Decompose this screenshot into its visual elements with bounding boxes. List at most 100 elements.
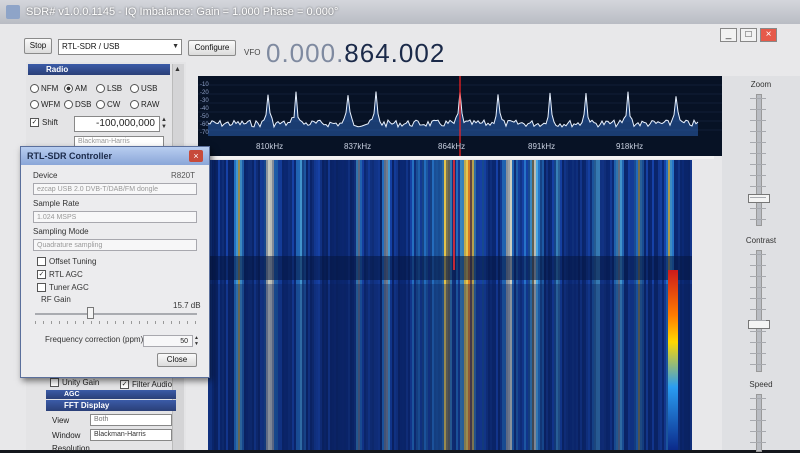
waterfall-color-scale xyxy=(668,270,678,450)
slider-tick xyxy=(750,342,766,343)
db-axis-label: -30 xyxy=(200,98,209,104)
slider-tick xyxy=(750,353,766,354)
dialog-close-icon[interactable]: × xyxy=(189,150,203,162)
shift-input[interactable]: -100,000,000 xyxy=(74,116,160,132)
fft-window-select[interactable]: Blackman-Harris xyxy=(90,429,172,441)
spectrum-waterfall-splitter[interactable] xyxy=(208,156,714,159)
filter-audio-label: Filter Audio xyxy=(132,380,173,389)
offset-tuning-checkbox[interactable]: Offset Tuning xyxy=(37,257,96,267)
checkbox-checked-icon: ✓ xyxy=(37,270,46,280)
db-axis-label: -10 xyxy=(200,82,209,88)
mode-wfm-label: WFM xyxy=(41,100,61,109)
slider-tick xyxy=(750,131,766,132)
spectrum-analyzer[interactable]: -10 -20 -30 -40 -50 -60 -70 810kHz 837kHz 864kHz… xyxy=(198,76,722,156)
rtl-agc-checkbox[interactable]: ✓ RTL AGC xyxy=(37,270,83,280)
app-logo-icon xyxy=(6,5,20,19)
fft-resolution-label: Resolution xyxy=(52,444,90,453)
checkbox-icon xyxy=(37,257,46,267)
mode-usb-radio[interactable]: USB xyxy=(130,84,157,94)
stop-button[interactable]: Stop xyxy=(24,38,52,54)
slider-tick xyxy=(750,398,766,399)
mode-nfm-label: NFM xyxy=(41,84,59,93)
mode-lsb-radio[interactable]: LSB xyxy=(96,84,122,94)
radio-dot-icon xyxy=(96,84,105,94)
mode-raw-radio[interactable]: RAW xyxy=(130,100,160,110)
dialog-close-button[interactable]: Close xyxy=(157,353,197,367)
configure-button[interactable]: Configure xyxy=(188,40,236,56)
mode-cw-radio[interactable]: CW xyxy=(96,100,120,110)
fft-view-select[interactable]: Both xyxy=(90,414,172,426)
slider-tick xyxy=(750,287,766,288)
mode-dsb-label: DSB xyxy=(75,100,92,109)
source-select[interactable]: RTL-SDR / USB ▼ xyxy=(58,39,182,55)
sample-rate-select[interactable]: 1.024 MSPS xyxy=(33,211,197,223)
slider-tick xyxy=(750,109,766,110)
db-axis-label: -60 xyxy=(200,122,209,128)
agc-section-header[interactable]: AGC xyxy=(46,390,176,399)
vfo-frequency-display[interactable]: 0.000.864.002 xyxy=(266,38,445,69)
spectrum-fill xyxy=(208,91,698,136)
slider-tick xyxy=(750,164,766,165)
slider-tick xyxy=(750,309,766,310)
mode-wfm-radio[interactable]: WFM xyxy=(30,100,61,110)
close-button[interactable]: × xyxy=(760,28,777,42)
slider-tick xyxy=(750,276,766,277)
shift-spinner[interactable]: ▲ ▼ xyxy=(161,117,167,131)
radio-dot-selected-icon xyxy=(64,84,73,94)
tuner-agc-checkbox[interactable]: Tuner AGC xyxy=(37,283,89,293)
waterfall-display[interactable] xyxy=(208,160,692,450)
minimize-button[interactable]: _ xyxy=(720,28,737,42)
slider-tick xyxy=(750,208,766,209)
rf-gain-slider-thumb[interactable] xyxy=(87,307,94,319)
slider-tick xyxy=(750,197,766,198)
zoom-label: Zoom xyxy=(750,80,772,89)
mode-am-radio[interactable]: AM xyxy=(64,84,87,94)
zoom-slider-track[interactable] xyxy=(756,94,762,226)
vfo-frequency-main: 864.002 xyxy=(344,38,446,68)
radio-dot-icon xyxy=(130,84,139,94)
device-label: Device xyxy=(33,171,58,180)
checkbox-icon xyxy=(37,283,46,293)
unity-gain-checkbox[interactable]: Unity Gain xyxy=(50,378,99,388)
zoom-slider-thumb[interactable] xyxy=(748,194,770,203)
frequency-correction-input[interactable]: 50 xyxy=(143,335,193,347)
fft-window-label: Window xyxy=(52,431,81,440)
shift-label: Shift xyxy=(42,118,59,127)
rf-gain-value: 15.7 dB xyxy=(173,301,201,310)
slider-tick xyxy=(750,186,766,187)
tuner-type-label: R820T xyxy=(171,171,196,180)
waterfall-band xyxy=(208,256,692,280)
slider-tick xyxy=(750,265,766,266)
frequency-correction-spinner[interactable]: ▲ ▼ xyxy=(194,335,199,347)
slider-tick xyxy=(750,153,766,154)
device-select[interactable]: ezcap USB 2.0 DVB-T/DAB/FM dongle xyxy=(33,183,197,195)
rtl-agc-label: RTL AGC xyxy=(49,270,83,279)
tuner-agc-label: Tuner AGC xyxy=(49,283,89,292)
mode-dsb-radio[interactable]: DSB xyxy=(64,100,92,110)
mode-nfm-radio[interactable]: NFM xyxy=(30,84,59,94)
slider-tick xyxy=(750,142,766,143)
radio-section-header[interactable]: Radio xyxy=(28,64,170,75)
radio-dot-icon xyxy=(30,84,39,94)
mode-raw-label: RAW xyxy=(141,100,160,109)
filter-audio-checkbox[interactable]: ✓ Filter Audio xyxy=(120,380,173,390)
scroll-up-icon[interactable]: ▲ xyxy=(174,66,181,73)
radio-dot-icon xyxy=(64,100,73,110)
contrast-slider-thumb[interactable] xyxy=(748,320,770,329)
spin-up-icon: ▲ xyxy=(161,117,167,123)
db-axis-label: -40 xyxy=(200,106,209,112)
frequency-axis-label: 918kHz xyxy=(616,142,644,151)
fft-display-section-header[interactable]: FFT Display xyxy=(46,400,176,411)
speed-slider-track[interactable] xyxy=(756,394,762,452)
slider-tick xyxy=(750,409,766,410)
sampling-mode-select[interactable]: Quadrature sampling xyxy=(33,239,197,251)
db-axis-label: -20 xyxy=(200,90,209,96)
slider-tick xyxy=(750,120,766,121)
slider-tick xyxy=(750,431,766,432)
shift-checkbox[interactable]: ✓ Shift xyxy=(30,118,59,128)
rf-gain-slider-track[interactable] xyxy=(35,313,197,315)
waterfall-shade xyxy=(208,284,692,450)
maximize-button[interactable]: □ xyxy=(740,28,757,42)
frequency-axis-label: 891kHz xyxy=(528,142,556,151)
radio-dot-icon xyxy=(30,100,39,110)
